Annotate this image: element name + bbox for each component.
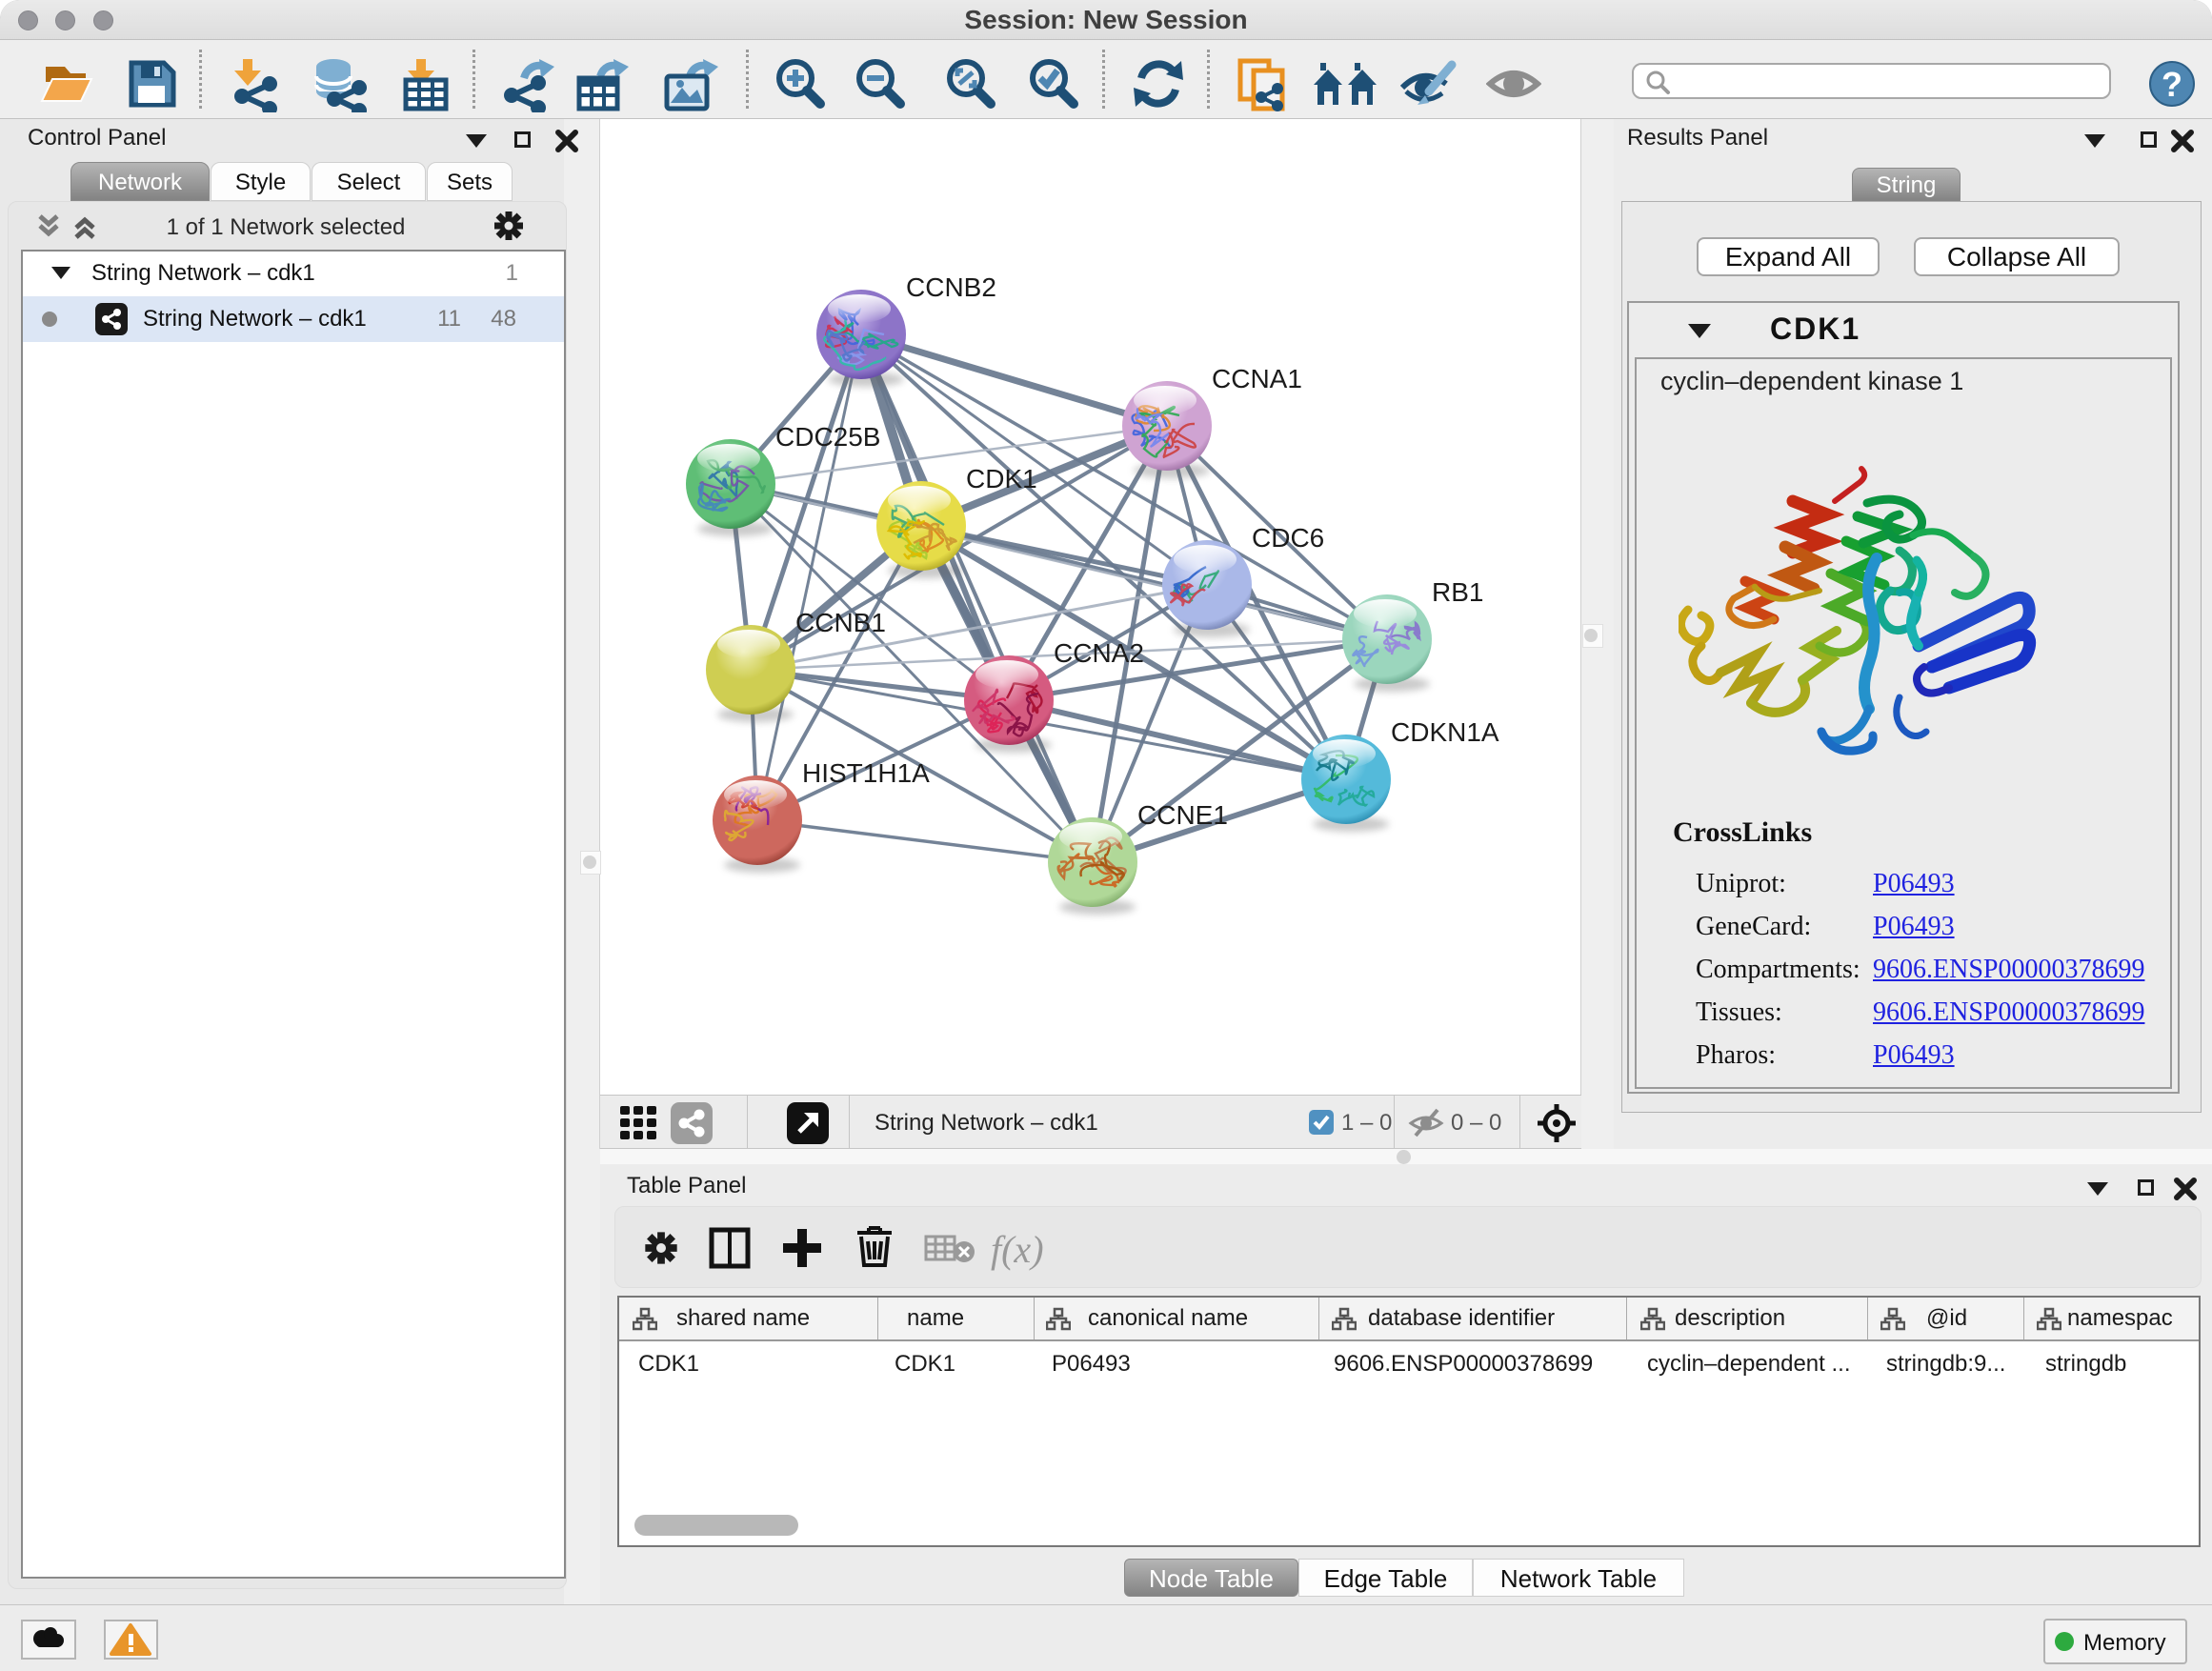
svg-text:CCNA1: CCNA1 <box>1212 364 1302 393</box>
svg-text:CCNB1: CCNB1 <box>795 608 886 637</box>
svg-text:CDC6: CDC6 <box>1252 523 1324 553</box>
svg-text:CDK1: CDK1 <box>966 464 1037 493</box>
svg-text:CCNA2: CCNA2 <box>1054 638 1144 668</box>
svg-text:CCNB2: CCNB2 <box>906 272 996 302</box>
svg-text:CCNE1: CCNE1 <box>1137 800 1228 830</box>
svg-text:CDKN1A: CDKN1A <box>1391 717 1499 747</box>
svg-text:RB1: RB1 <box>1432 577 1483 607</box>
svg-text:HIST1H1A: HIST1H1A <box>802 758 930 788</box>
svg-text:CDC25B: CDC25B <box>775 422 880 452</box>
